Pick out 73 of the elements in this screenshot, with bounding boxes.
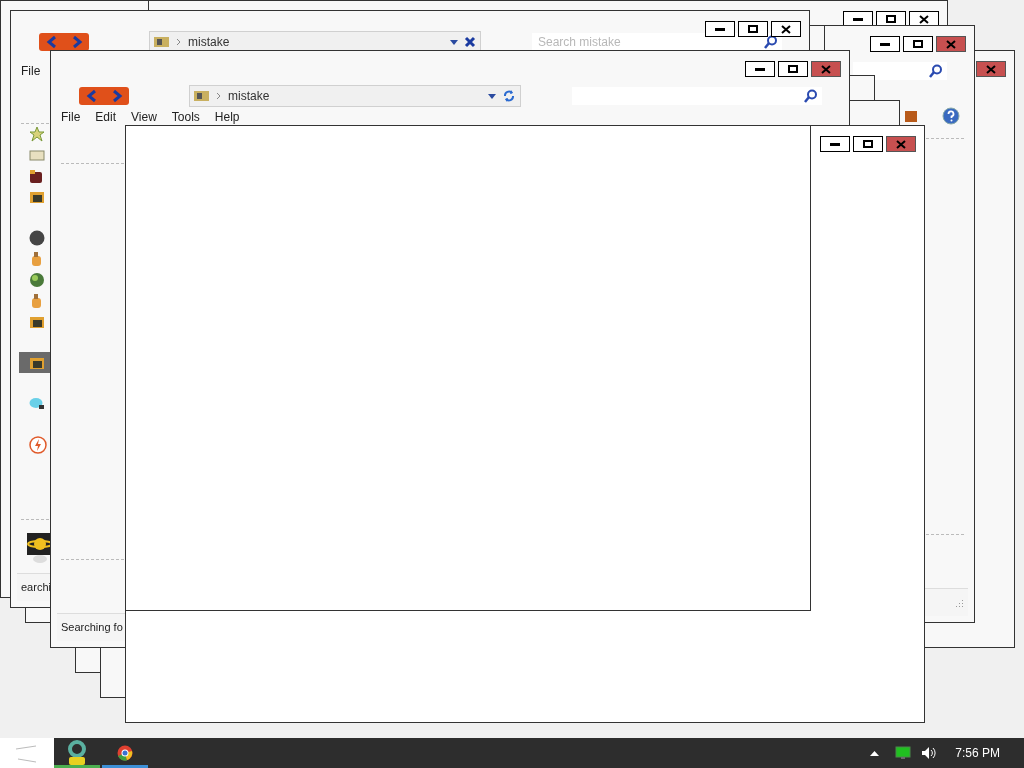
- minimize-icon: [880, 42, 890, 46]
- help-icon[interactable]: [942, 107, 960, 125]
- refresh-icon[interactable]: [502, 89, 516, 103]
- status-text: Searching fo: [61, 620, 123, 636]
- browser-icon: [117, 745, 133, 761]
- minimize-icon: [715, 27, 725, 31]
- star-icon: [29, 125, 45, 142]
- search-field[interactable]: Search mistake: [532, 33, 758, 51]
- menu-item[interactable]: Edit: [95, 111, 117, 123]
- close-icon: [919, 14, 929, 24]
- close-icon: [986, 64, 996, 74]
- taskbar-app[interactable]: [54, 738, 100, 768]
- search-icon[interactable]: [923, 62, 947, 80]
- bottle-icon: [29, 292, 43, 309]
- maximize-icon: [863, 140, 873, 148]
- speech-bubble-icon: [29, 395, 45, 412]
- maximize-icon: [913, 40, 923, 48]
- resize-grip-icon[interactable]: [954, 597, 964, 608]
- book-icon[interactable]: [904, 109, 918, 123]
- maximize-icon: [886, 15, 896, 23]
- stop-icon[interactable]: [464, 36, 476, 48]
- close-icon: [946, 39, 956, 49]
- minimize-button[interactable]: [745, 61, 775, 77]
- chevron-icon: [216, 92, 222, 100]
- bottle-icon: [29, 250, 43, 267]
- speaker-icon[interactable]: [921, 746, 938, 760]
- clock[interactable]: 7:56 PM: [955, 744, 1000, 762]
- sidebar-item[interactable]: [19, 352, 51, 373]
- minimize-icon: [830, 142, 840, 146]
- monitor-icon[interactable]: [895, 746, 912, 760]
- search-field[interactable]: [853, 62, 923, 80]
- folder-icon: [194, 90, 210, 102]
- minimize-button[interactable]: [870, 36, 900, 52]
- maximize-button[interactable]: [903, 36, 933, 52]
- minimize-icon: [755, 67, 765, 71]
- globe-icon: [29, 271, 45, 288]
- disc-icon: [29, 229, 45, 246]
- dropdown-icon[interactable]: [450, 39, 458, 45]
- menu-item[interactable]: File: [61, 111, 81, 123]
- maximize-button[interactable]: [778, 61, 808, 77]
- menu-item[interactable]: File: [21, 65, 41, 77]
- maximize-icon: [748, 25, 758, 33]
- tray-arrow-icon[interactable]: [870, 750, 880, 756]
- close-icon: [821, 64, 831, 74]
- chevron-icon: [176, 38, 182, 46]
- close-icon: [896, 139, 906, 149]
- lightning-icon: [29, 435, 47, 454]
- minimize-button[interactable]: [705, 21, 735, 37]
- back-icon: [84, 89, 99, 103]
- maximize-button[interactable]: [853, 136, 883, 152]
- back-icon: [44, 35, 59, 49]
- close-icon: [781, 24, 791, 34]
- menu-item[interactable]: Tools: [171, 111, 200, 123]
- maximize-button[interactable]: [738, 21, 768, 37]
- maximize-icon: [788, 65, 798, 73]
- back-forward-buttons[interactable]: [79, 87, 129, 105]
- address-text: mistake: [188, 36, 230, 48]
- search-icon[interactable]: [798, 87, 822, 105]
- ring-icon: [66, 740, 88, 766]
- address-bar[interactable]: mistake: [189, 85, 521, 107]
- folder-icon: [154, 36, 170, 48]
- start-button[interactable]: [0, 738, 54, 768]
- banknote-icon: [29, 148, 45, 161]
- close-button[interactable]: [771, 21, 801, 37]
- bag-icon: [29, 167, 43, 184]
- minimize-button[interactable]: [820, 136, 850, 152]
- minimize-icon: [853, 17, 863, 21]
- menu-item[interactable]: Help: [214, 111, 240, 123]
- status-text: earchi: [21, 580, 51, 596]
- address-bar[interactable]: mistake: [149, 31, 481, 53]
- address-text: mistake: [228, 90, 270, 102]
- menu-item[interactable]: View: [131, 111, 157, 123]
- back-forward-buttons[interactable]: [39, 33, 89, 51]
